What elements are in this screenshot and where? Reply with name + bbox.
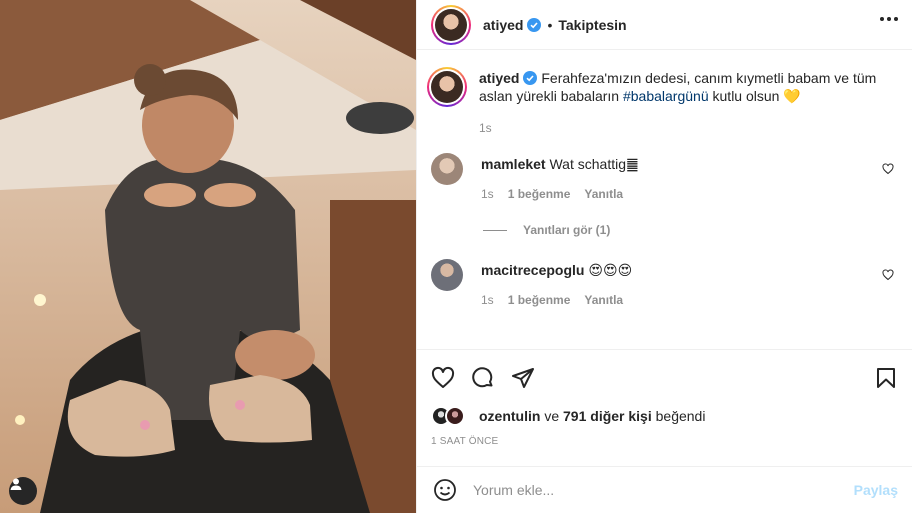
- post-actions: ozentulin ve 791 diğer kişi beğendi 1 SA…: [417, 349, 912, 467]
- comment-text: Wat schattig䷀: [549, 156, 639, 172]
- comment-icon[interactable]: [471, 366, 495, 390]
- likes-connector: ve: [540, 408, 564, 424]
- comment-input[interactable]: [473, 482, 854, 498]
- author-username[interactable]: atiyed: [483, 17, 523, 33]
- caption-row: atiyed Ferahfeza'mızın dedesi, canım kıy…: [427, 67, 898, 135]
- comment-age[interactable]: 1s: [481, 293, 494, 307]
- likes-count[interactable]: 791 diğer kişi: [563, 408, 652, 424]
- emoji-icon[interactable]: [433, 478, 457, 502]
- comment-likes[interactable]: 1 beğenme: [508, 293, 571, 307]
- comment-composer: Paylaş: [417, 466, 912, 513]
- post-photo[interactable]: [0, 0, 416, 513]
- reply-button[interactable]: Yanıtla: [584, 293, 623, 307]
- liker-username[interactable]: ozentulin: [479, 408, 540, 424]
- comment-likes[interactable]: 1 beğenme: [508, 187, 571, 201]
- reply-button[interactable]: Yanıtla: [584, 187, 623, 201]
- instagram-post-modal: atiyed • Takiptesin atiyed Ferahfeza'mız…: [0, 0, 912, 513]
- verified-badge-icon: [527, 17, 542, 32]
- view-replies-label: Yanıtları gör (1): [523, 223, 611, 237]
- paper-plane-icon[interactable]: [511, 366, 535, 390]
- commenter-avatar[interactable]: [431, 153, 463, 185]
- comment-username[interactable]: mamleket: [481, 156, 546, 172]
- comment-text: 😍😍😍: [588, 262, 633, 278]
- caption-text-after: kutlu olsun 💛: [708, 88, 801, 104]
- post-header: atiyed • Takiptesin: [417, 0, 912, 50]
- comment-row: mamleket Wat schattig䷀ 1s 1 beğenme Yanı…: [431, 153, 898, 201]
- follow-status-button[interactable]: Takiptesin: [558, 17, 626, 33]
- comment-like-heart-icon[interactable]: [882, 163, 894, 175]
- post-photo-image: [0, 0, 416, 513]
- likers-avatars[interactable]: [431, 406, 471, 426]
- caption-hashtag[interactable]: #babalargünü: [623, 88, 709, 104]
- commenter-avatar[interactable]: [431, 259, 463, 291]
- caption-author-avatar[interactable]: [427, 67, 467, 107]
- view-replies-button[interactable]: Yanıtları gör (1): [483, 223, 898, 237]
- caption-author[interactable]: atiyed: [479, 70, 519, 86]
- comment-username[interactable]: macitrecepoglu: [481, 262, 584, 278]
- bookmark-icon[interactable]: [874, 366, 898, 390]
- caption-age[interactable]: 1s: [479, 121, 492, 135]
- user-tag-icon: [10, 478, 22, 490]
- comment-like-heart-icon[interactable]: [882, 269, 894, 281]
- comment-row: macitrecepoglu 😍😍😍 1s 1 beğenme Yanıtla: [431, 259, 898, 307]
- header-separator: •: [547, 16, 553, 33]
- post-details-panel: atiyed • Takiptesin atiyed Ferahfeza'mız…: [416, 0, 912, 513]
- author-avatar[interactable]: [431, 4, 471, 45]
- share-comment-button[interactable]: Paylaş: [854, 482, 898, 498]
- verified-badge-icon: [523, 71, 538, 85]
- user-tag-button[interactable]: [9, 477, 37, 505]
- post-timestamp[interactable]: 1 SAAT ÖNCE: [431, 436, 898, 447]
- comments-list[interactable]: atiyed Ferahfeza'mızın dedesi, canım kıy…: [417, 51, 912, 348]
- more-options-icon[interactable]: [880, 17, 898, 21]
- likes-suffix: beğendi: [651, 408, 706, 424]
- likes-summary: ozentulin ve 791 diğer kişi beğendi: [431, 406, 898, 426]
- comment-age[interactable]: 1s: [481, 187, 494, 201]
- heart-icon[interactable]: [431, 366, 455, 390]
- replies-divider: [483, 229, 507, 231]
